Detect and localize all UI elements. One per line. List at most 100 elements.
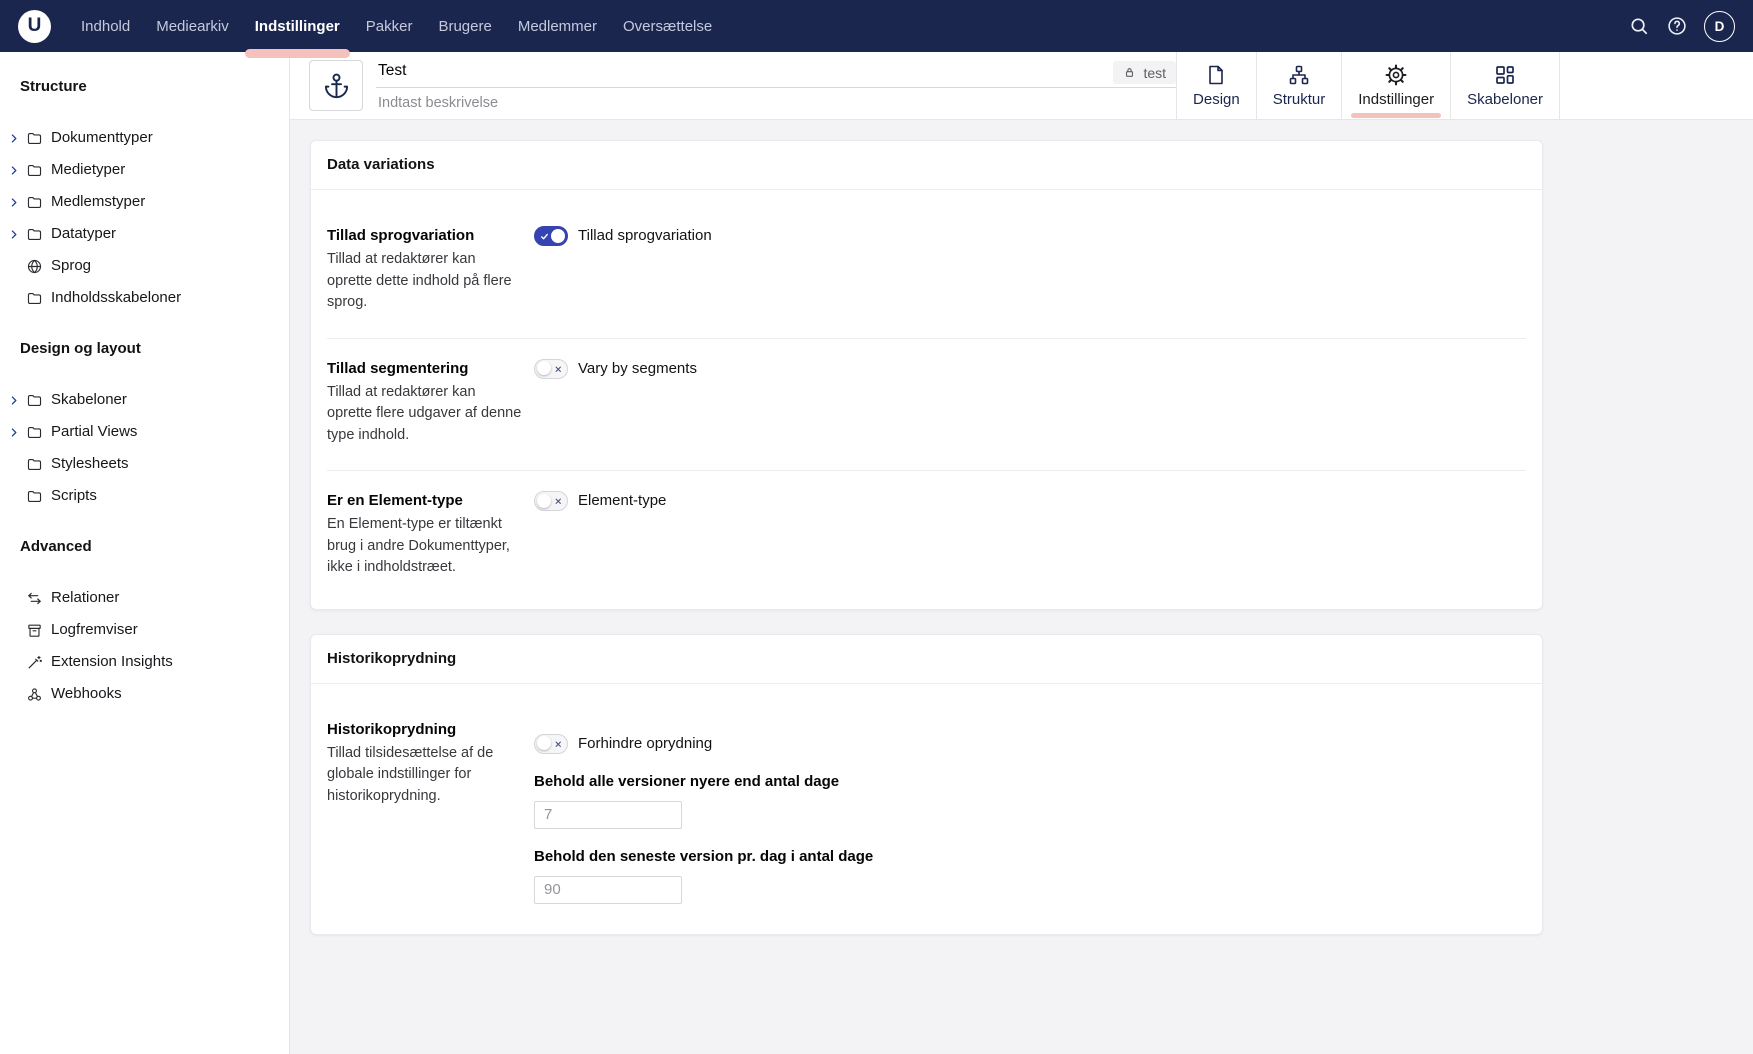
property-info: Er en Element-typeEn Element-type er til… (327, 491, 534, 579)
chevron-right-icon[interactable] (8, 229, 20, 240)
check-icon (540, 232, 549, 241)
settings-content: Data variationsTillad sprogvariationTill… (290, 120, 1753, 1054)
document-type-header: test Design Struktur IndstillingerSkabelon… (290, 52, 1753, 120)
sitemap-icon (1287, 63, 1311, 87)
tab-label: Struktur (1273, 91, 1326, 108)
sidebar-item-stylesheets[interactable]: Stylesheets (0, 448, 289, 480)
property-description: Tillad at redaktører kan oprette flere u… (327, 382, 522, 447)
chevron-right-icon (8, 491, 20, 502)
sidebar-item-webhooks[interactable]: Webhooks (0, 678, 289, 710)
sidebar-item-label: Logfremviser (51, 620, 138, 640)
folder-icon (26, 392, 43, 409)
avatar[interactable]: D (1704, 11, 1735, 42)
chevron-right-icon[interactable] (8, 395, 20, 406)
property-editor: Tillad sprogvariation (534, 226, 1526, 314)
sidebar-section-heading: Structure (0, 77, 289, 97)
toggle-tillad-sprogvariation[interactable] (534, 226, 568, 246)
nav-item-indstillinger[interactable]: Indstillinger (242, 0, 353, 52)
sidebar-item-medietyper[interactable]: Medietyper (0, 154, 289, 186)
nav-item-label: Medlemmer (518, 18, 597, 35)
sidebar-item-skabeloner[interactable]: Skabeloner (0, 384, 289, 416)
sidebar-item-sprog[interactable]: Sprog (0, 250, 289, 282)
folder-icon (26, 488, 43, 505)
sidebar-item-datatyper[interactable]: Datatyper (0, 218, 289, 250)
card-historikoprydning: HistorikoprydningHistorikoprydningTillad… (310, 634, 1543, 935)
property-description: Tillad at redaktører kan oprette dette i… (327, 249, 522, 314)
property-editor: Forhindre oprydningBehold alle versioner… (534, 720, 1526, 904)
sidebar-item-indholdsskabeloner[interactable]: Indholdsskabeloner (0, 282, 289, 314)
sidebar-item-dokumenttyper[interactable]: Dokumenttyper (0, 122, 289, 154)
card-body: HistorikoprydningTillad tilsidesættelse … (311, 684, 1542, 934)
nav-item-overs-ttelse[interactable]: Oversættelse (610, 0, 725, 52)
chevron-right-icon[interactable] (8, 133, 20, 144)
folder-icon (26, 226, 43, 243)
document-type-icon-button[interactable] (309, 60, 363, 111)
sidebar-item-logfremviser[interactable]: Logfremviser (0, 614, 289, 646)
search-icon[interactable] (1628, 15, 1650, 37)
archive-icon (26, 622, 43, 639)
name-column: test (376, 60, 1176, 111)
toggle-label: Element-type (578, 491, 666, 511)
toggle-forhindre-oprydning[interactable] (534, 734, 568, 754)
avatar-initial: D (1715, 19, 1725, 34)
nav-item-medlemmer[interactable]: Medlemmer (505, 0, 610, 52)
property-editor: Element-type (534, 491, 1526, 579)
property-info: Tillad segmentering Tillad at redaktører … (327, 359, 534, 447)
toggle-label: Tillad sprogvariation (578, 226, 712, 246)
sidebar-item-scripts[interactable]: Scripts (0, 480, 289, 512)
card-header: Data variations (311, 141, 1542, 190)
sidebar-item-label: Sprog (51, 256, 91, 276)
swap-icon (26, 590, 43, 607)
toggle-row: Vary by segments (534, 359, 1526, 379)
sidebar-item-extension-insights[interactable]: Extension Insights (0, 646, 289, 678)
umbraco-logo[interactable]: U (18, 10, 51, 43)
sidebar-item-label: Extension Insights (51, 652, 173, 672)
sidebar-item-label: Dokumenttyper (51, 128, 153, 148)
sidebar-item-partial-views[interactable]: Partial Views (0, 416, 289, 448)
card-data-variations: Data variationsTillad sprogvariationTill… (310, 140, 1543, 610)
nav-item-mediearkiv[interactable]: Mediearkiv (143, 0, 242, 52)
property-label: Tillad segmentering (327, 359, 522, 379)
primary-nav: IndholdMediearkivIndstillingerPakkerBrug… (68, 0, 725, 52)
chevron-right-icon (8, 293, 20, 304)
sidebar-item-medlemstyper[interactable]: Medlemstyper (0, 186, 289, 218)
property-row: Tillad segmentering Tillad at redaktører … (327, 339, 1526, 472)
field-input-behold-alle-versioner-nyere-end-antal-dage[interactable] (534, 801, 682, 829)
sidebar-section-heading: Design og layout (0, 339, 289, 359)
main-area: test Design Struktur IndstillingerSkabelon… (290, 52, 1753, 1054)
sidebar-item-label: Medietyper (51, 160, 125, 180)
property-info: HistorikoprydningTillad tilsidesættelse … (327, 720, 534, 904)
webhook-icon (26, 686, 43, 703)
chevron-right-icon[interactable] (8, 197, 20, 208)
workspace-tabs: Design Struktur IndstillingerSkabeloner (1176, 52, 1560, 119)
sidebar-item-relationer[interactable]: Relationer (0, 582, 289, 614)
folder-icon (26, 130, 43, 147)
tab-design[interactable]: Design (1176, 52, 1256, 119)
nav-item-indhold[interactable]: Indhold (68, 0, 143, 52)
chevron-right-icon[interactable] (8, 165, 20, 176)
chevron-right-icon[interactable] (8, 427, 20, 438)
toggle-knob (537, 361, 551, 375)
description-input[interactable] (376, 88, 1176, 111)
help-icon[interactable] (1666, 15, 1688, 37)
card-body: Tillad sprogvariation Tillad at redaktøre… (311, 190, 1542, 609)
alias-lock-button[interactable]: test (1113, 61, 1176, 84)
sidebar-item-label: Medlemstyper (51, 192, 145, 212)
nav-item-brugere[interactable]: Brugere (425, 0, 504, 52)
tab-struktur[interactable]: Struktur (1256, 52, 1342, 119)
name-row: test (376, 60, 1176, 88)
toggle-element-type[interactable] (534, 491, 568, 511)
toggle-vary-by-segments[interactable] (534, 359, 568, 379)
toggle-knob (551, 229, 565, 243)
field-input-behold-den-seneste-version-pr-dag-i-antal-dage[interactable] (534, 876, 682, 904)
folder-icon (26, 456, 43, 473)
card-title: Data variations (327, 155, 1526, 175)
property-label: Tillad sprogvariation (327, 226, 522, 246)
tab-skabeloner[interactable]: Skabeloner (1450, 52, 1560, 119)
grid-icon (1493, 63, 1517, 87)
nav-item-pakker[interactable]: Pakker (353, 0, 426, 52)
name-input[interactable] (376, 60, 1113, 87)
toggle-label: Vary by segments (578, 359, 697, 379)
tab-indstillinger[interactable]: Indstillinger (1341, 52, 1450, 119)
sidebar-item-label: Scripts (51, 486, 97, 506)
